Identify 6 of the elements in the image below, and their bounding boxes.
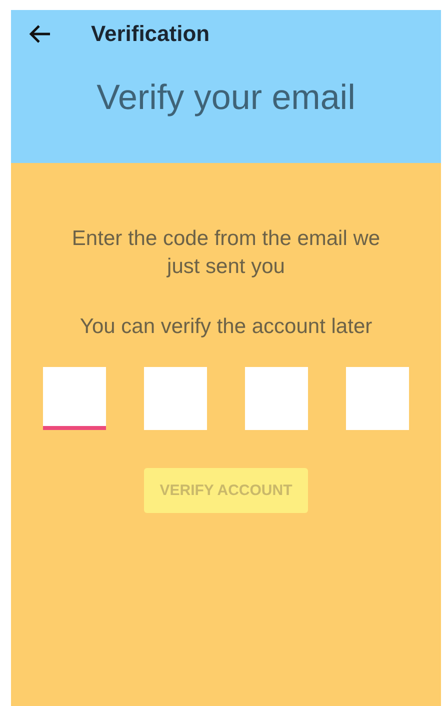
page-heading: Verify your email <box>96 78 356 118</box>
later-note: You can verify the account later <box>80 314 372 340</box>
back-arrow-icon <box>29 25 51 43</box>
instructions-text: Enter the code from the email we just sent you <box>70 226 382 280</box>
toolbar-title: Verification <box>91 21 210 47</box>
code-digit-field[interactable] <box>43 367 106 430</box>
